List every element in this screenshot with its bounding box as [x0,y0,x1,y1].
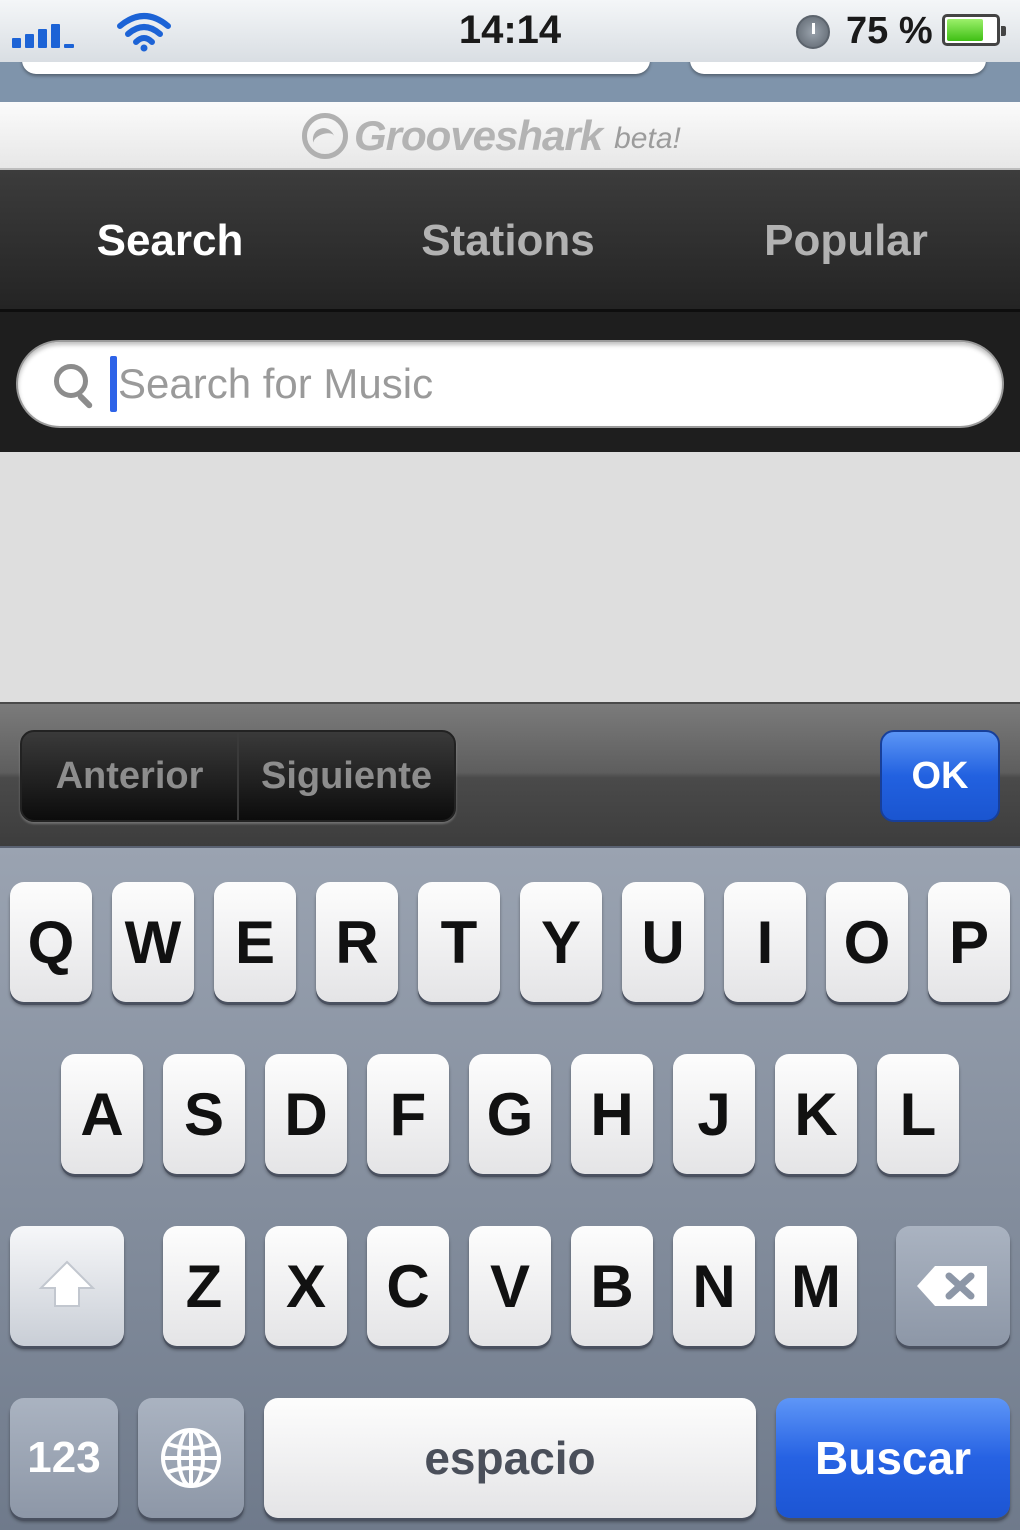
status-bar: 14:14 75 % [0,0,1020,62]
browser-search-field[interactable] [690,62,986,74]
search-input[interactable] [118,354,978,414]
key-y[interactable]: Y [520,882,602,1002]
key-o[interactable]: O [826,882,908,1002]
space-key[interactable]: espacio [264,1398,756,1518]
key-u[interactable]: U [622,882,704,1002]
search-icon [54,364,94,410]
numbers-key[interactable]: 123 [10,1398,118,1518]
app-header: Grooveshark beta! [0,102,1020,170]
tab-bar: Search Stations Popular [0,170,1020,312]
key-x[interactable]: X [265,1226,347,1346]
grooveshark-logo-icon [302,113,348,159]
key-k[interactable]: K [775,1054,857,1174]
backspace-key[interactable] [896,1226,1010,1346]
form-accessory-bar: Anterior Siguiente OK [0,702,1020,846]
next-button[interactable]: Siguiente [237,732,454,820]
prev-next-control: Anterior Siguiente [20,730,456,822]
globe-icon [161,1428,221,1488]
key-l[interactable]: L [877,1054,959,1174]
search-return-key[interactable]: Buscar [776,1398,1010,1518]
shift-icon [38,1260,96,1307]
previous-button[interactable]: Anterior [22,732,237,820]
address-field[interactable] [22,62,650,74]
battery-percent: 75 % [846,10,933,52]
tab-stations[interactable]: Stations [338,216,678,266]
tab-popular[interactable]: Popular [676,216,1016,266]
globe-key[interactable] [138,1398,244,1518]
key-j[interactable]: J [673,1054,755,1174]
key-w[interactable]: W [112,882,194,1002]
key-z[interactable]: Z [163,1226,245,1346]
logo-name: Grooveshark [354,112,603,159]
shift-key[interactable] [10,1226,124,1346]
key-f[interactable]: F [367,1054,449,1174]
key-c[interactable]: C [367,1226,449,1346]
search-box[interactable] [16,340,1004,428]
backspace-icon [917,1266,987,1306]
key-n[interactable]: N [673,1226,755,1346]
search-area [0,312,1020,452]
done-button[interactable]: OK [880,730,1000,822]
key-h[interactable]: H [571,1054,653,1174]
battery-icon [942,14,1006,46]
key-e[interactable]: E [214,882,296,1002]
key-a[interactable]: A [61,1054,143,1174]
key-q[interactable]: Q [10,882,92,1002]
clock-icon [796,15,830,49]
results-area [0,452,1020,702]
key-r[interactable]: R [316,882,398,1002]
key-g[interactable]: G [469,1054,551,1174]
key-s[interactable]: S [163,1054,245,1174]
text-caret [110,356,117,412]
key-i[interactable]: I [724,882,806,1002]
grooveshark-logo: Grooveshark beta! [302,112,681,160]
keyboard: Q W E R T Y U I O P A S D F G H J K L Z … [0,846,1020,1530]
browser-toolbar [0,62,1020,102]
key-d[interactable]: D [265,1054,347,1174]
key-p[interactable]: P [928,882,1010,1002]
tab-search[interactable]: Search [0,216,340,266]
key-v[interactable]: V [469,1226,551,1346]
key-m[interactable]: M [775,1226,857,1346]
logo-beta-tag: beta! [614,122,681,155]
key-t[interactable]: T [418,882,500,1002]
key-b[interactable]: B [571,1226,653,1346]
